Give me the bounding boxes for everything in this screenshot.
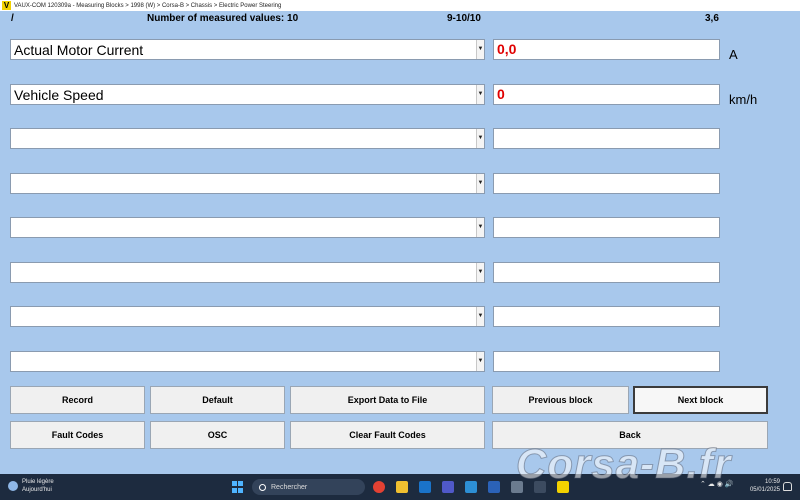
chevron-down-icon[interactable]: ▼ [476,40,484,59]
measure-select[interactable]: ▼ [10,351,485,372]
chevron-down-icon[interactable]: ▼ [476,352,484,371]
measuring-header: / Number of measured values: 10 9-10/10 … [0,11,800,27]
clock[interactable]: 10:59 05/01/2025 [744,478,780,494]
fault-codes-button[interactable]: Fault Codes [10,421,145,449]
measure-select[interactable]: Vehicle Speed ▼ [10,84,485,105]
measure-select[interactable]: Actual Motor Current ▼ [10,39,485,60]
rain-cloud-icon [8,481,18,491]
chevron-down-icon[interactable]: ▼ [476,307,484,326]
previous-block-button[interactable]: Previous block [492,386,629,414]
weather-condition: Pluie légère [22,479,54,485]
taskbar-search[interactable]: Rechercher [252,479,365,495]
next-block-button[interactable]: Next block [633,386,768,414]
measure-value-field [493,217,720,238]
chevron-down-icon[interactable]: ▼ [476,174,484,193]
measure-value-field: 0,0 [493,39,720,60]
weather-day: Aujourd'hui [22,487,52,493]
block-range: 9-10/10 [447,13,481,24]
clear-fault-codes-button[interactable]: Clear Fault Codes [290,421,485,449]
record-button[interactable]: Record [10,386,145,414]
bell-icon[interactable] [783,482,792,491]
weather-widget[interactable]: Pluie légère Aujourd'hui [8,478,54,494]
file-explorer-icon[interactable] [396,481,408,493]
title-bar: V VAUX-COM 120309a - Measuring Blocks > … [0,0,800,11]
clock-date: 05/01/2025 [749,487,780,493]
measure-select-label: Actual Motor Current [14,42,144,58]
measure-row: ▼ [0,217,800,239]
measure-row: ▼ [0,128,800,150]
measure-select[interactable]: ▼ [10,262,485,283]
chevron-down-icon[interactable]: ▼ [476,129,484,148]
chrome-icon[interactable] [373,481,385,493]
windows-start-icon[interactable] [232,481,244,493]
header-slash: / [11,13,14,24]
measure-value-field [493,128,720,149]
measure-row: ▼ [0,262,800,284]
measure-value: 0,0 [497,41,517,57]
export-data-button[interactable]: Export Data to File [290,386,485,414]
search-placeholder: Rechercher [271,483,308,491]
measure-value-field: 0 [493,84,720,105]
watermark: Corsa-B.fr [515,440,732,488]
measure-row: ▼ [0,306,800,328]
measure-select[interactable]: ▼ [10,306,485,327]
vaux-com-icon: V [2,1,11,10]
measure-row: ▼ [0,351,800,373]
store-icon[interactable] [465,481,477,493]
measure-value: 0 [497,86,505,102]
measure-select-label: Vehicle Speed [14,87,104,103]
measure-row: ▼ [0,173,800,195]
measure-value-field [493,306,720,327]
search-icon [259,483,266,491]
osc-button[interactable]: OSC [150,421,285,449]
measure-row: Vehicle Speed ▼ 0 km/h [0,84,800,107]
measure-value-field [493,351,720,372]
window-title: VAUX-COM 120309a - Measuring Blocks > 19… [14,2,282,9]
measure-unit: km/h [729,92,758,107]
measured-count: Number of measured values: 10 [147,13,299,24]
default-button[interactable]: Default [150,386,285,414]
measure-value-field [493,262,720,283]
header-value: 3,6 [705,13,719,24]
measure-row: Actual Motor Current ▼ 0,0 A [0,39,800,62]
outlook-icon[interactable] [419,481,431,493]
measure-select[interactable]: ▼ [10,173,485,194]
measure-value-field [493,173,720,194]
measure-unit: A [729,47,738,62]
measure-select[interactable]: ▼ [10,217,485,238]
clock-time: 10:59 [764,479,780,485]
chevron-down-icon[interactable]: ▼ [476,218,484,237]
teams-icon[interactable] [442,481,454,493]
word-icon[interactable] [488,481,500,493]
chevron-down-icon[interactable]: ▼ [476,263,484,282]
chevron-down-icon[interactable]: ▼ [476,85,484,104]
measure-select[interactable]: ▼ [10,128,485,149]
